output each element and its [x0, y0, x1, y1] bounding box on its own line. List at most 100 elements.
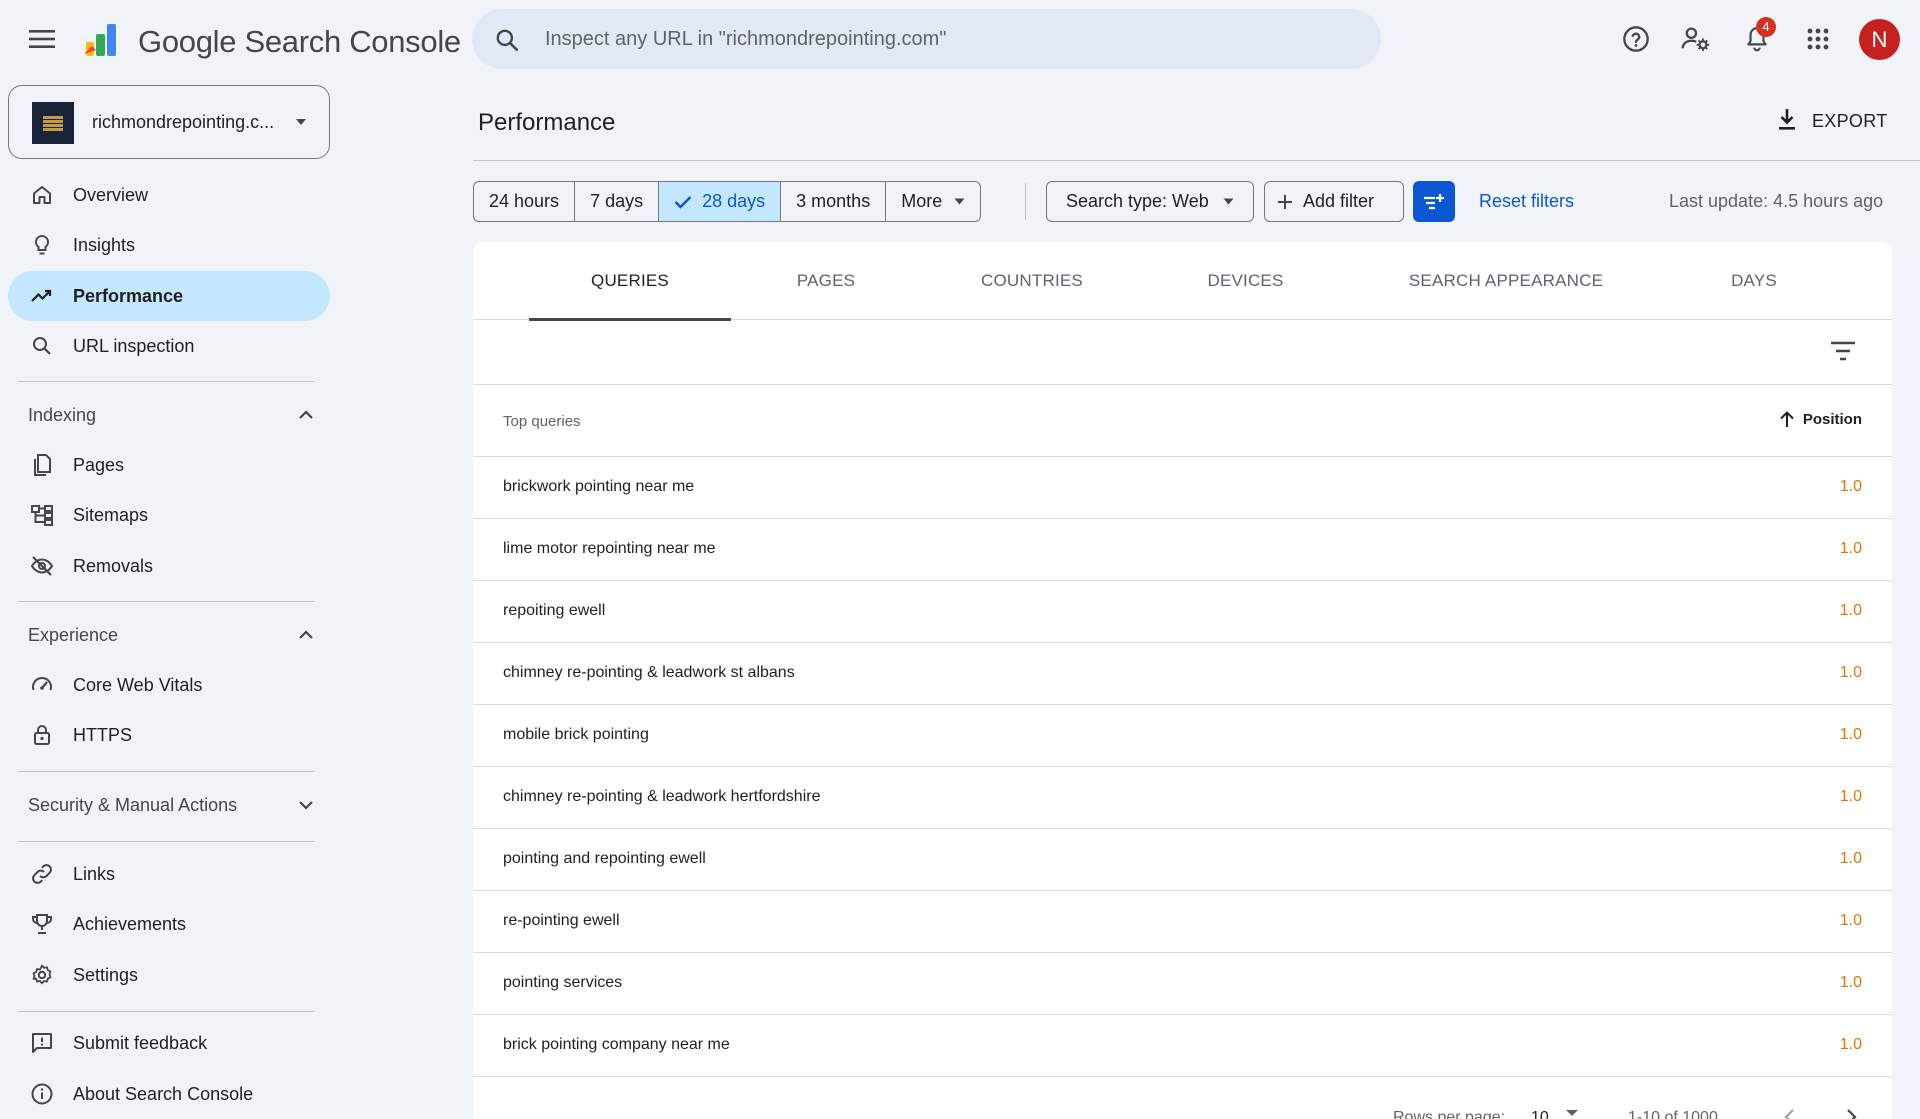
plus-icon: [1277, 194, 1293, 210]
sidebar-divider: [18, 771, 315, 772]
section-label: Security & Manual Actions: [28, 795, 238, 815]
chevron-right-icon[interactable]: [1839, 1105, 1863, 1119]
date-chip-more[interactable]: More: [886, 182, 980, 221]
nav-label: Core Web Vitals: [73, 675, 203, 695]
date-chip-7-days[interactable]: 7 days: [575, 182, 660, 221]
table-row[interactable]: chimney re-pointing & leadwork st albans…: [473, 643, 1892, 705]
dropdown-caret-icon: [295, 118, 307, 126]
tab-label: QUERIES: [591, 271, 669, 290]
date-chip-24-hours[interactable]: 24 hours: [474, 182, 576, 221]
eye-off-icon: [30, 554, 54, 578]
search-icon[interactable]: [494, 27, 520, 53]
product-name[interactable]: Google Search Console: [138, 24, 461, 60]
rows-per-page-select[interactable]: 10: [1531, 1109, 1549, 1119]
nav-item-core-web-vitals[interactable]: Core Web Vitals: [8, 660, 330, 710]
nav-item-performance[interactable]: Performance: [8, 271, 330, 321]
page-title: Performance: [478, 109, 616, 136]
tab-search-appearance[interactable]: SEARCH APPEARANCE: [1348, 242, 1664, 320]
table-row[interactable]: re-pointing ewell 1.0: [473, 891, 1892, 953]
search-type-label: Search type: Web: [1066, 191, 1209, 211]
table-row[interactable]: repoiting ewell 1.0: [473, 581, 1892, 643]
nav-label: About Search Console: [73, 1084, 254, 1104]
nav-item-submit-feedback[interactable]: Submit feedback: [8, 1018, 330, 1068]
url-inspection-search[interactable]: [472, 9, 1381, 69]
nav-item-overview[interactable]: Overview: [8, 170, 330, 220]
tab-queries[interactable]: QUERIES: [529, 242, 731, 321]
feedback-icon: [30, 1031, 54, 1055]
filter-rows-icon[interactable]: [1830, 340, 1856, 362]
performance-card: QUERIES PAGES COUNTRIES DEVICES SEARCH A…: [473, 242, 1892, 1119]
search-console-logo-icon[interactable]: [82, 20, 126, 60]
nav-label: Pages: [73, 455, 125, 475]
query-cell: repoiting ewell: [503, 602, 606, 619]
gear-icon: [30, 963, 54, 987]
section-header-experience[interactable]: Experience: [8, 613, 330, 657]
tab-label: DAYS: [1731, 271, 1777, 290]
nav-item-https[interactable]: HTTPS: [8, 710, 330, 760]
add-filter-button[interactable]: Add filter: [1264, 181, 1404, 222]
sitemap-icon: [30, 503, 54, 527]
nav-item-settings[interactable]: Settings: [8, 950, 330, 1000]
reset-filters-link[interactable]: Reset filters: [1479, 191, 1574, 212]
date-chip-28-days[interactable]: 28 days: [659, 182, 782, 221]
pagination: Rows per page: 10 1-10 of 1000: [473, 1097, 1892, 1119]
section-label: Experience: [28, 625, 119, 645]
nav-item-removals[interactable]: Removals: [8, 541, 330, 591]
nav-label: Performance: [73, 286, 184, 306]
nav-item-insights[interactable]: Insights: [8, 220, 330, 270]
table-row[interactable]: chimney re-pointing & leadwork hertfords…: [473, 767, 1892, 829]
account-avatar[interactable]: N: [1859, 19, 1900, 60]
table-row[interactable]: brick pointing company near me 1.0: [473, 1015, 1892, 1077]
menu-icon[interactable]: [22, 20, 62, 58]
filter-edit-icon: [1422, 192, 1446, 212]
sidebar-divider: [18, 601, 315, 602]
date-chip-3-months[interactable]: 3 months: [781, 182, 887, 221]
tab-countries[interactable]: COUNTRIES: [921, 242, 1143, 320]
chevron-left-icon[interactable]: [1778, 1105, 1802, 1119]
table-row[interactable]: brickwork pointing near me 1.0: [473, 457, 1892, 519]
tab-label: SEARCH APPEARANCE: [1408, 271, 1604, 290]
search-type-dropdown[interactable]: Search type: Web: [1046, 181, 1254, 222]
search-input[interactable]: [545, 9, 1345, 69]
tab-devices[interactable]: DEVICES: [1143, 242, 1348, 320]
pages-icon: [30, 453, 54, 477]
table-row[interactable]: mobile brick pointing 1.0: [473, 705, 1892, 767]
nav-label: Submit feedback: [73, 1033, 208, 1053]
filter-options-button[interactable]: [1413, 181, 1455, 222]
query-cell: chimney re-pointing & leadwork st albans: [503, 664, 795, 681]
dropdown-caret-icon[interactable]: [1565, 1109, 1579, 1117]
add-filter-label: Add filter: [1303, 191, 1375, 211]
export-button[interactable]: EXPORT: [1765, 103, 1900, 139]
nav-item-pages[interactable]: Pages: [8, 440, 330, 490]
query-cell: pointing services: [503, 974, 623, 991]
table-row[interactable]: pointing services 1.0: [473, 953, 1892, 1015]
table-row[interactable]: lime motor repointing near me 1.0: [473, 519, 1892, 581]
nav-item-sitemaps[interactable]: Sitemaps: [8, 490, 330, 540]
position-cell: 1.0: [1839, 850, 1862, 867]
filter-separator: [1025, 183, 1026, 220]
table-row[interactable]: pointing and repointing ewell 1.0: [473, 829, 1892, 891]
nav-item-achievements[interactable]: Achievements: [8, 899, 330, 949]
apps-grid-icon[interactable]: [1798, 20, 1838, 58]
nav-item-about[interactable]: About Search Console: [8, 1069, 330, 1119]
property-name: richmondrepointing.c...: [92, 112, 275, 132]
help-icon[interactable]: [1616, 20, 1656, 58]
rows-per-page-label: Rows per page:: [1393, 1109, 1506, 1119]
nav-label: HTTPS: [73, 725, 133, 745]
manage-users-icon[interactable]: [1676, 20, 1716, 58]
tab-pages[interactable]: PAGES: [731, 242, 921, 320]
column-header-position[interactable]: Position: [1779, 410, 1862, 428]
query-cell: brick pointing company near me: [503, 1036, 730, 1053]
chevron-up-icon: [294, 623, 318, 647]
section-header-security[interactable]: Security & Manual Actions: [8, 783, 330, 827]
section-header-indexing[interactable]: Indexing: [8, 393, 330, 437]
nav-item-links[interactable]: Links: [8, 849, 330, 899]
tab-days[interactable]: DAYS: [1664, 242, 1844, 320]
property-selector[interactable]: richmondrepointing.c...: [8, 85, 330, 159]
column-header-query[interactable]: Top queries: [503, 413, 581, 430]
dimension-tabs: QUERIES PAGES COUNTRIES DEVICES SEARCH A…: [473, 242, 1892, 321]
nav-item-url-inspection[interactable]: URL inspection: [8, 321, 330, 371]
query-cell: brickwork pointing near me: [503, 478, 695, 495]
sidebar-divider: [18, 841, 315, 842]
position-cell: 1.0: [1839, 1036, 1862, 1053]
